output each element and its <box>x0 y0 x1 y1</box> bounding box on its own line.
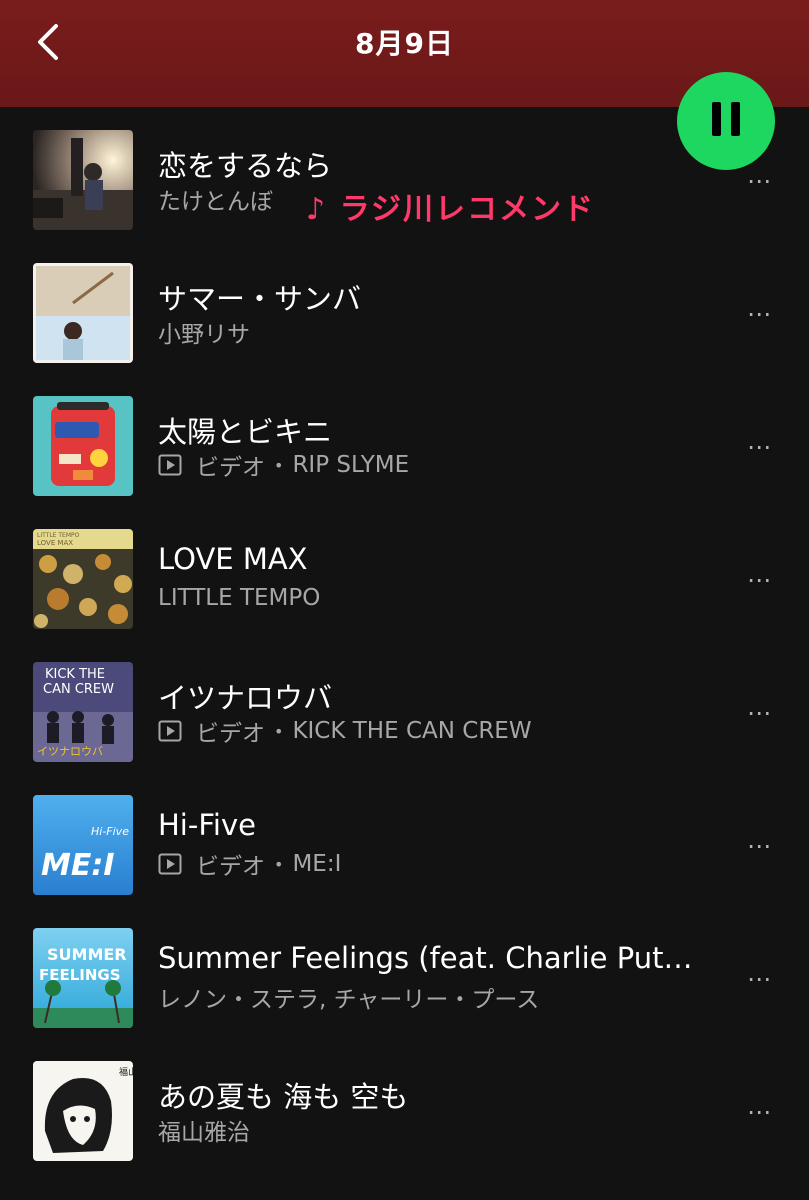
track-subline: ビデオ • KICK THE CAN CREW <box>158 715 698 747</box>
album-art: Hi-Five ME:I <box>33 795 133 895</box>
recommend-caption: ♪ ラジ川レコメンド <box>306 192 595 227</box>
art-text: ME:I <box>41 848 115 883</box>
track-artist: レノン・ステラ, チャーリー・プース <box>158 987 540 1013</box>
art-text: Hi-Five <box>91 825 129 838</box>
separator-dot: • <box>274 721 284 741</box>
track-subline: ビデオ • RIP SLYME <box>158 449 698 481</box>
track-title: 恋をするなら <box>158 149 333 183</box>
more-options-button[interactable]: ⋯ <box>738 566 782 594</box>
track-artist: LITTLE TEMPO <box>158 585 321 611</box>
album-art: SUMMER FEELINGS <box>33 928 133 1028</box>
track-artist: 小野リサ <box>158 322 250 348</box>
separator-dot: • <box>274 455 284 475</box>
album-art: 福山雅治 <box>33 1061 133 1161</box>
art-text: LITTLE TEMPO <box>37 532 80 539</box>
separator-dot: • <box>274 854 284 874</box>
track-list: 恋をするなら たけとんぼ ⋯ サマー・サンバ 小野リサ ⋯ 太陽とビキニ ビデオ… <box>0 115 809 1179</box>
art-text: LOVE MAX <box>37 539 73 547</box>
track-title: Summer Feelings (feat. Charlie Puth... <box>158 941 698 975</box>
track-artist: RIP SLYME <box>292 452 410 478</box>
track-row[interactable]: KICK THE CAN CREW イツナロウバ イツナロウバ ビデオ • KI… <box>0 647 809 780</box>
track-title: 太陽とビキニ <box>158 415 333 449</box>
track-row[interactable]: Hi-Five ME:I Hi-Five ビデオ • ME:I ⋯ <box>0 780 809 913</box>
track-artist: 福山雅治 <box>158 1120 250 1146</box>
more-horizontal-icon: ⋯ <box>747 1098 773 1126</box>
track-title: サマー・サンバ <box>158 282 362 316</box>
art-text: 福山雅治 <box>119 1066 133 1078</box>
video-label: ビデオ <box>196 455 265 481</box>
more-options-button[interactable]: ⋯ <box>738 699 782 727</box>
more-horizontal-icon: ⋯ <box>747 566 773 594</box>
video-icon <box>158 720 182 742</box>
more-horizontal-icon: ⋯ <box>747 699 773 727</box>
track-artist: KICK THE CAN CREW <box>292 718 532 744</box>
track-title: LOVE MAX <box>158 542 308 576</box>
more-options-button[interactable]: ⋯ <box>738 1098 782 1126</box>
more-options-button[interactable]: ⋯ <box>738 300 782 328</box>
track-artist: たけとんぼ <box>158 189 273 215</box>
more-horizontal-icon: ⋯ <box>747 167 773 195</box>
more-options-button[interactable]: ⋯ <box>738 832 782 860</box>
track-row[interactable]: 福山雅治 あの夏も 海も 空も 福山雅治 ⋯ <box>0 1046 809 1179</box>
art-text: KICK THE <box>45 667 105 682</box>
album-art: KICK THE CAN CREW イツナロウバ <box>33 662 133 762</box>
track-subline: LITTLE TEMPO <box>158 582 698 614</box>
pause-button[interactable] <box>677 72 775 170</box>
track-row[interactable]: 太陽とビキニ ビデオ • RIP SLYME ⋯ <box>0 381 809 514</box>
more-options-button[interactable]: ⋯ <box>738 167 782 195</box>
track-row[interactable]: LITTLE TEMPO LOVE MAX LOVE MAX LITTLE TE… <box>0 514 809 647</box>
pause-icon <box>709 100 743 142</box>
more-horizontal-icon: ⋯ <box>747 300 773 328</box>
page-title: 8月9日 <box>355 27 454 60</box>
album-art <box>33 130 133 230</box>
playlist-screen: 8月9日 恋をするなら たけとんぼ ⋯ サマー・サンバ 小野リサ ⋯ 太陽とビキ… <box>0 0 809 1200</box>
more-options-button[interactable]: ⋯ <box>738 965 782 993</box>
more-horizontal-icon: ⋯ <box>747 832 773 860</box>
video-icon <box>158 853 182 875</box>
art-text: SUMMER <box>47 945 127 964</box>
track-title: Hi-Five <box>158 808 256 842</box>
track-subline: ビデオ • ME:I <box>158 848 698 880</box>
album-art <box>33 396 133 496</box>
video-label: ビデオ <box>196 721 265 747</box>
track-title: あの夏も 海も 空も <box>158 1080 409 1114</box>
more-horizontal-icon: ⋯ <box>747 433 773 461</box>
more-options-button[interactable]: ⋯ <box>738 433 782 461</box>
track-subline: 小野リサ <box>158 316 698 348</box>
video-icon <box>158 454 182 476</box>
track-subline: レノン・ステラ, チャーリー・プース <box>158 981 698 1013</box>
track-title: イツナロウバ <box>158 681 333 715</box>
album-art: LITTLE TEMPO LOVE MAX <box>33 529 133 629</box>
more-horizontal-icon: ⋯ <box>747 965 773 993</box>
track-artist: ME:I <box>292 851 342 877</box>
track-row[interactable]: SUMMER FEELINGS Summer Feelings (feat. C… <box>0 913 809 1046</box>
track-subline: 福山雅治 <box>158 1114 698 1146</box>
video-label: ビデオ <box>196 854 265 880</box>
art-text: イツナロウバ <box>37 745 103 758</box>
art-text: CAN CREW <box>43 682 114 697</box>
album-art <box>33 263 133 363</box>
track-row[interactable]: サマー・サンバ 小野リサ ⋯ <box>0 248 809 381</box>
